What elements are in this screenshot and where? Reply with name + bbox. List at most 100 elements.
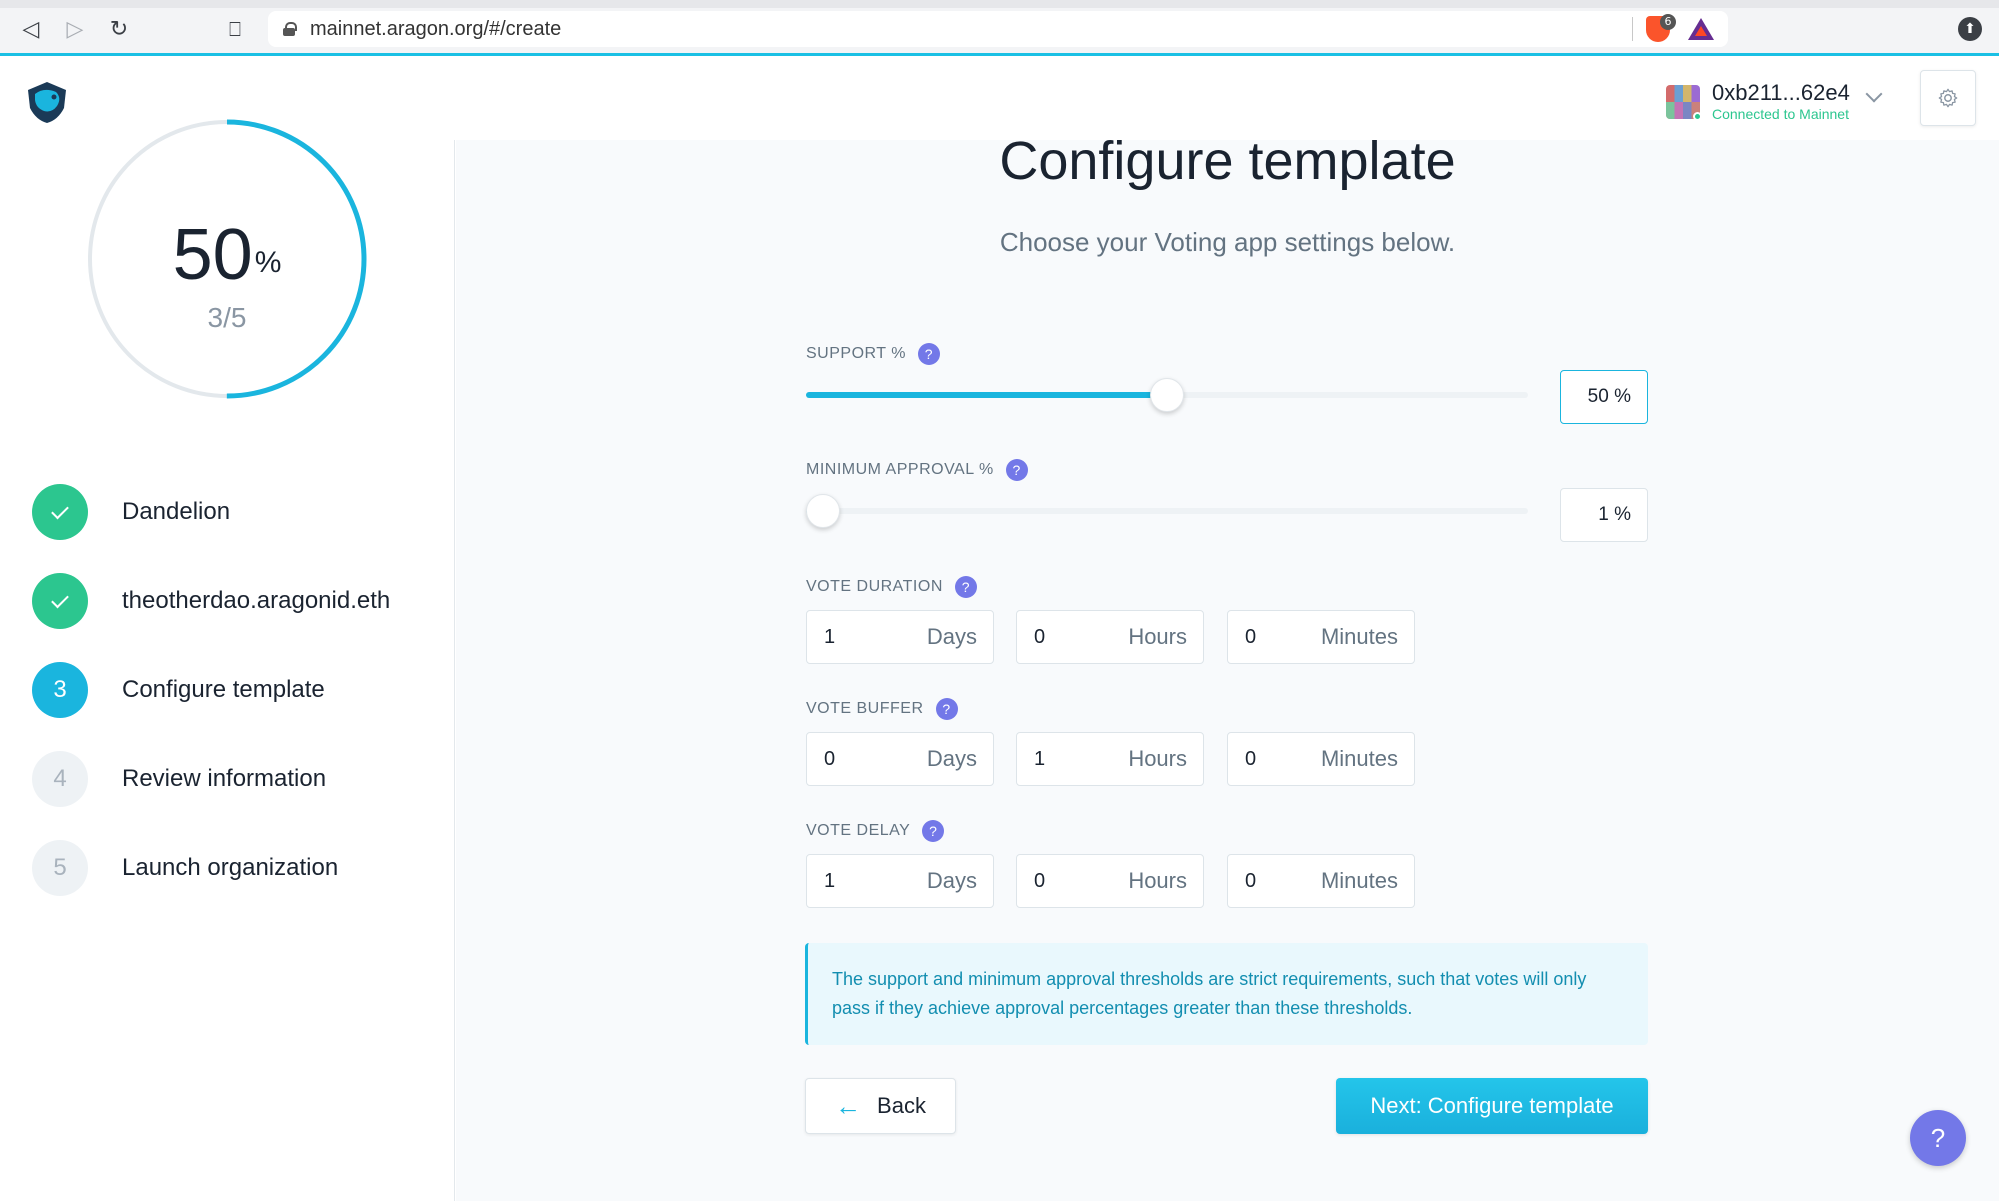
reload-icon[interactable]: ↻ <box>104 14 134 44</box>
aragon-logo-icon[interactable] <box>24 80 70 124</box>
progress-number: 50 <box>172 215 253 295</box>
check-icon <box>51 501 69 519</box>
settings-button[interactable] <box>1920 70 1976 126</box>
days-value: 1 <box>824 626 836 648</box>
min-approval-input[interactable]: 1 % <box>1560 488 1648 542</box>
min-approval-label-text: MINIMUM APPROVAL % <box>806 461 994 478</box>
support-label-text: SUPPORT % <box>806 345 906 362</box>
browser-toolbar: ◁ ▷ ↻ ⎕ mainnet.aragon.org/#/create 6 ⬆ <box>0 0 1999 56</box>
minutes-unit: Minutes <box>1320 624 1398 649</box>
account-address: 0xb211...62e4 <box>1712 80 1850 105</box>
minutes-value: 0 <box>1245 626 1257 648</box>
identicon-wrapper <box>1666 85 1702 121</box>
days-unit: Days <box>926 868 977 893</box>
connection-status: Connected to Mainnet <box>1712 106 1849 122</box>
hours-value: 0 <box>1034 626 1046 648</box>
step-label: theotherdao.aragonid.eth <box>122 587 391 614</box>
vote-delay-label: VOTE DELAY ? <box>806 820 945 842</box>
arrow-left-icon: ← <box>835 1090 862 1121</box>
back-nav-icon[interactable]: ◁ <box>16 14 46 44</box>
hours-unit: Hours <box>1128 746 1187 771</box>
bat-rewards-icon[interactable] <box>1688 18 1714 40</box>
vote-buffer-hours-input[interactable]: 1 Hours <box>1016 732 1204 786</box>
support-slider-fill <box>806 392 1167 398</box>
step-number-badge: 5 <box>32 840 88 896</box>
days-unit: Days <box>926 746 977 771</box>
account-text: 0xb211...62e4 Connected to Mainnet <box>1712 81 1850 123</box>
help-button[interactable]: ? <box>1910 1110 1966 1166</box>
step-number-badge: 3 <box>32 662 88 718</box>
hours-unit: Hours <box>1128 868 1187 893</box>
help-icon[interactable]: ? <box>917 343 940 365</box>
minutes-unit: Minutes <box>1320 868 1398 893</box>
progress-percent: 50% <box>86 215 368 295</box>
gear-icon <box>1938 88 1958 108</box>
minutes-value: 0 <box>1245 870 1257 892</box>
hours-value: 1 <box>1034 748 1046 770</box>
forward-nav-icon[interactable]: ▷ <box>60 14 90 44</box>
update-icon[interactable]: ⬆ <box>1958 17 1982 41</box>
min-approval-label: MINIMUM APPROVAL % ? <box>806 459 1028 481</box>
info-callout: The support and minimum approval thresho… <box>805 943 1648 1045</box>
vote-delay-hours-input[interactable]: 0 Hours <box>1016 854 1204 908</box>
support-label: SUPPORT % ? <box>806 343 940 365</box>
url-text: mainnet.aragon.org/#/create <box>310 17 562 40</box>
support-slider-handle[interactable] <box>1150 378 1184 412</box>
step-label: Dandelion <box>122 498 231 525</box>
days-unit: Days <box>926 624 977 649</box>
vote-duration-label: VOTE DURATION ? <box>806 576 977 598</box>
tab-strip <box>0 0 1999 8</box>
next-button[interactable]: Next: Configure template <box>1336 1078 1648 1134</box>
step-complete-badge <box>32 573 88 629</box>
hours-value: 0 <box>1034 870 1046 892</box>
vote-duration-days-input[interactable]: 1 Days <box>806 610 994 664</box>
vote-duration-hours-input[interactable]: 0 Hours <box>1016 610 1204 664</box>
page-subtitle: Choose your Voting app settings below. <box>999 227 1456 257</box>
bookmark-icon[interactable]: ⎕ <box>220 14 250 44</box>
step-item-domain: theotherdao.aragonid.eth <box>32 573 452 629</box>
check-icon <box>51 590 69 608</box>
step-label: Review information <box>122 765 327 792</box>
account-button[interactable]: 0xb211...62e4 Connected to Mainnet <box>1666 80 1850 124</box>
hours-unit: Hours <box>1128 624 1187 649</box>
shield-count-badge: 6 <box>1660 14 1676 30</box>
vote-buffer-label: VOTE BUFFER ? <box>806 698 958 720</box>
vote-duration-label-text: VOTE DURATION <box>806 578 943 595</box>
vote-delay-minutes-input[interactable]: 0 Minutes <box>1227 854 1415 908</box>
step-item-configure-template: 3 Configure template <box>32 662 452 718</box>
days-value: 0 <box>824 748 836 770</box>
step-item-dandelion: Dandelion <box>32 484 452 540</box>
vote-duration-minutes-input[interactable]: 0 Minutes <box>1227 610 1415 664</box>
help-icon[interactable]: ? <box>954 576 977 598</box>
min-approval-slider[interactable] <box>806 494 1528 528</box>
min-approval-slider-handle[interactable] <box>806 494 840 528</box>
minutes-unit: Minutes <box>1320 746 1398 771</box>
page-title: Configure template <box>999 131 1456 191</box>
progress-step-count: 3/5 <box>207 302 247 333</box>
vote-delay-days-input[interactable]: 1 Days <box>806 854 994 908</box>
support-value: 50 <box>1587 386 1609 407</box>
help-icon[interactable]: ? <box>1005 459 1028 481</box>
help-icon[interactable]: ? <box>935 698 958 720</box>
back-button-label: Back <box>877 1093 926 1118</box>
step-complete-badge <box>32 484 88 540</box>
step-label: Launch organization <box>122 854 339 881</box>
days-value: 1 <box>824 870 836 892</box>
min-approval-value: 1 <box>1598 504 1609 525</box>
minutes-value: 0 <box>1245 748 1257 770</box>
step-item-review-information: 4 Review information <box>32 751 452 807</box>
lock-icon <box>282 22 297 36</box>
back-button[interactable]: ← Back <box>805 1078 956 1134</box>
step-item-launch-organization: 5 Launch organization <box>32 840 452 896</box>
address-bar[interactable]: mainnet.aragon.org/#/create 6 <box>268 11 1728 47</box>
support-slider[interactable] <box>806 378 1528 412</box>
step-number-badge: 4 <box>32 751 88 807</box>
help-icon[interactable]: ? <box>922 820 945 842</box>
vote-buffer-label-text: VOTE BUFFER <box>806 700 924 717</box>
vote-buffer-minutes-input[interactable]: 0 Minutes <box>1227 732 1415 786</box>
step-label: Configure template <box>122 676 325 703</box>
support-input[interactable]: 50 % <box>1560 370 1648 424</box>
min-approval-unit: % <box>1614 504 1631 525</box>
vote-buffer-days-input[interactable]: 0 Days <box>806 732 994 786</box>
support-unit: % <box>1614 386 1631 407</box>
